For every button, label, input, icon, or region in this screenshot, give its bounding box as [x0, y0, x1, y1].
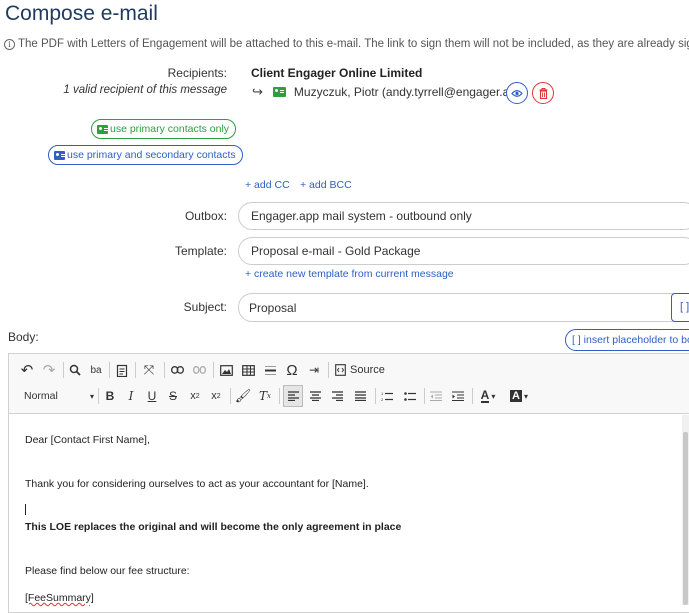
unlink-icon[interactable]: [191, 361, 207, 379]
source-icon: [333, 361, 347, 379]
align-center-icon[interactable]: [307, 387, 323, 405]
bold-icon[interactable]: B: [103, 387, 117, 405]
info-icon: i: [4, 38, 15, 50]
numbered-list-icon[interactable]: 12: [379, 387, 395, 405]
attachment-info-text: The PDF with Letters of Engagement will …: [18, 38, 689, 50]
eye-icon: [511, 89, 523, 97]
chevron-down-icon: ▾: [89, 391, 94, 401]
body-line: Please find below our fee structure:: [25, 565, 190, 577]
maximize-icon[interactable]: ⤧: [141, 361, 157, 379]
contact-card-icon: [272, 87, 286, 97]
contact-card-icon: [54, 150, 65, 160]
recipients-label: Recipients:: [167, 66, 227, 80]
format-dropdown[interactable]: Normal ▾: [24, 387, 94, 405]
format-value: Normal: [24, 390, 58, 402]
recipient-company: Client Engager Online Limited: [251, 66, 423, 80]
body-line: Thank you for considering ourselves to a…: [25, 478, 369, 490]
copy-format-icon[interactable]: 🖌: [235, 387, 252, 405]
recipient-contact-row: ↪ Muzyczuk, Piotr (andy.tyrrell@engager.…: [252, 84, 527, 100]
horizontal-line-icon[interactable]: [262, 361, 278, 379]
text-cursor: [25, 504, 26, 515]
editor-scrollbar-thumb[interactable]: [683, 432, 688, 605]
body-line: This LOE replaces the original and will …: [25, 521, 402, 533]
background-color-icon[interactable]: A ▾: [506, 387, 532, 405]
contact-card-icon: [97, 124, 108, 134]
svg-text:1: 1: [381, 391, 384, 396]
use-primary-contacts-button[interactable]: use primary contacts only: [91, 119, 237, 139]
bullet-list-icon[interactable]: [402, 387, 418, 405]
subscript-icon[interactable]: x2: [187, 387, 203, 405]
text-color-icon[interactable]: A ▾: [477, 387, 499, 405]
recipient-contact: Muzyczuk, Piotr (andy.tyrrell@engager.ap…: [293, 85, 527, 99]
preview-recipient-button[interactable]: [506, 82, 528, 104]
replace-icon[interactable]: ba: [88, 361, 104, 379]
justify-icon[interactable]: [352, 387, 368, 405]
table-icon[interactable]: [240, 361, 256, 379]
subject-placeholder-button[interactable]: [ ]: [671, 293, 689, 322]
source-button[interactable]: Source: [350, 361, 385, 379]
editor-toolbar: ↶ ↷ ba ⤧ Ω ⇥ Source Normal ▾ B I U S x2 …: [9, 354, 689, 414]
use-primary-contacts-label: use primary contacts only: [110, 123, 230, 135]
undo-icon[interactable]: ↶: [19, 361, 35, 379]
add-bcc-link[interactable]: + add BCC: [300, 179, 352, 191]
subject-input[interactable]: Proposal: [238, 293, 678, 322]
underline-icon[interactable]: U: [145, 387, 159, 405]
remove-format-icon[interactable]: Tx: [257, 387, 273, 405]
recipients-count: 1 valid recipient of this message: [63, 84, 227, 96]
image-icon[interactable]: [218, 361, 234, 379]
page-title: Compose e-mail: [5, 2, 158, 25]
outbox-select[interactable]: Engager.app mail system - outbound only: [238, 202, 689, 230]
page-break-icon[interactable]: ⇥: [306, 361, 322, 379]
superscript-icon[interactable]: x2: [208, 387, 224, 405]
subject-label: Subject:: [183, 300, 227, 314]
remove-recipient-button[interactable]: [532, 82, 554, 104]
align-right-icon[interactable]: [329, 387, 345, 405]
attachment-info: i The PDF with Letters of Engagement wil…: [4, 38, 689, 50]
special-char-icon[interactable]: Ω: [284, 361, 300, 379]
indent-icon[interactable]: [450, 387, 466, 405]
body-label: Body:: [8, 330, 39, 344]
body-line: [FeeSummary]: [25, 592, 94, 604]
svg-text:2: 2: [381, 397, 384, 402]
strikethrough-icon[interactable]: S: [166, 387, 180, 405]
outbox-value: Engager.app mail system - outbound only: [251, 209, 472, 223]
italic-icon[interactable]: I: [124, 387, 138, 405]
template-label: Template:: [174, 244, 227, 258]
redo-icon[interactable]: ↷: [41, 361, 57, 379]
outdent-icon[interactable]: [428, 387, 444, 405]
body-line: Dear [Contact First Name],: [25, 434, 150, 446]
find-icon[interactable]: [67, 361, 83, 379]
use-primary-secondary-contacts-button[interactable]: use primary and secondary contacts: [48, 145, 243, 165]
sub-arrow-icon: ↪: [252, 84, 263, 99]
use-primary-secondary-label: use primary and secondary contacts: [67, 149, 236, 161]
link-icon[interactable]: [169, 361, 185, 379]
align-left-icon[interactable]: [283, 385, 303, 407]
editor-content[interactable]: Dear [Contact First Name], Thank you for…: [9, 415, 681, 605]
template-value: Proposal e-mail - Gold Package: [251, 244, 421, 258]
add-cc-link[interactable]: + add CC: [245, 179, 290, 191]
template-select[interactable]: Proposal e-mail - Gold Package: [238, 237, 689, 265]
insert-placeholder-button[interactable]: [ ] insert placeholder to bod: [565, 329, 689, 351]
outbox-label: Outbox:: [184, 209, 227, 223]
paste-text-icon[interactable]: [114, 361, 130, 379]
create-template-link[interactable]: + create new template from current messa…: [245, 268, 454, 280]
trash-icon: [539, 87, 547, 99]
